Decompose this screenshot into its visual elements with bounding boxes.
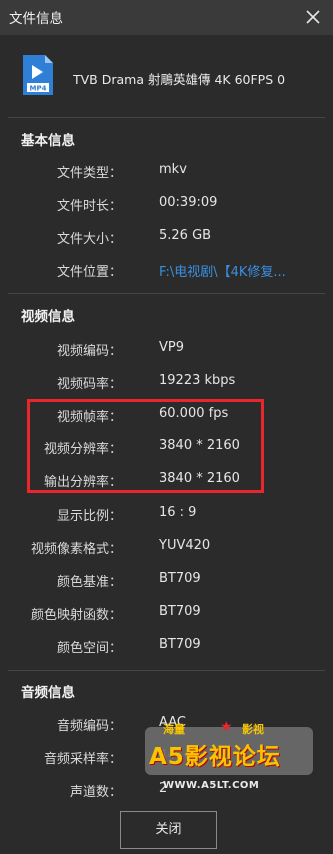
close-icon[interactable]	[303, 7, 323, 27]
info-row-size: 文件大小： 5.26 GB	[0, 224, 333, 250]
row-value: BT709	[159, 571, 201, 586]
file-name: TVB Drama 射鵰英雄傳 4K 60FPS 0	[73, 72, 286, 87]
row-value: 16 : 9	[159, 505, 197, 520]
row-label: 颜色映射函数：	[30, 608, 122, 623]
row-value: 5.26 GB	[159, 228, 212, 243]
section-title-video: 视频信息	[21, 309, 75, 325]
watermark-logo: 海量 ★ 影视 A5影视论坛 WWW.A5LT.COM	[135, 707, 333, 827]
row-label: 视频编码：	[56, 344, 122, 359]
file-icon-label: MP4	[30, 85, 47, 93]
watermark-tag-left: 海量	[163, 723, 185, 736]
row-value: YUV420	[159, 538, 211, 553]
row-label: 音频采样率：	[43, 752, 122, 767]
row-value: 00:39:09	[159, 195, 218, 210]
section-title-basic: 基本信息	[21, 133, 75, 149]
mp4-file-icon: MP4	[23, 55, 53, 95]
row-label: 视频像素格式：	[30, 542, 122, 557]
divider	[8, 670, 325, 671]
info-row-aspect: 显示比例： 16 : 9	[0, 501, 333, 527]
row-value: 19223 kbps	[159, 373, 236, 388]
info-row-pixel-format: 视频像素格式： YUV420	[0, 534, 333, 560]
info-row-duration: 文件时长： 00:39:09	[0, 191, 333, 217]
row-label: 颜色基准：	[56, 575, 122, 590]
info-row-location: 文件位置： F:\电视剧\【4K修复...	[0, 257, 333, 283]
divider	[8, 117, 325, 118]
divider	[8, 293, 325, 294]
row-label: 文件类型：	[56, 166, 122, 181]
row-label: 文件大小：	[56, 232, 122, 247]
watermark-tag-right: 影视	[242, 723, 264, 736]
row-value: BT709	[159, 637, 201, 652]
row-value: mkv	[159, 162, 187, 177]
file-header: MP4 TVB Drama 射鵰英雄傳 4K 60FPS 0	[0, 35, 333, 117]
info-row-bitrate: 视频码率： 19223 kbps	[0, 369, 333, 395]
watermark-url: WWW.A5LT.COM	[163, 780, 260, 791]
row-value: VP9	[159, 340, 185, 355]
info-row-color-transfer: 颜色映射函数： BT709	[0, 600, 333, 626]
window-title: 文件信息	[9, 11, 63, 27]
close-button[interactable]: 关闭	[120, 811, 217, 849]
highlight-box	[27, 399, 264, 493]
watermark-brand: A5影视论坛	[149, 744, 281, 770]
row-label: 文件时长：	[56, 199, 122, 214]
row-label: 显示比例：	[56, 509, 122, 524]
row-label: 声道数：	[69, 785, 122, 800]
title-bar: 文件信息	[0, 0, 333, 35]
file-location-link[interactable]: F:\电视剧\【4K修复...	[159, 261, 286, 280]
row-label: 音频编码：	[56, 719, 122, 734]
info-row-color-space: 颜色空间： BT709	[0, 633, 333, 659]
row-label: 颜色空间：	[56, 641, 122, 656]
row-label: 文件位置：	[56, 265, 122, 280]
row-label: 视频码率：	[56, 377, 122, 392]
info-row-video-codec: 视频编码： VP9	[0, 336, 333, 362]
info-row-color-primaries: 颜色基准： BT709	[0, 567, 333, 593]
star-icon: ★	[220, 719, 233, 735]
row-value: BT709	[159, 604, 201, 619]
section-title-audio: 音频信息	[21, 685, 75, 701]
info-row-file-type: 文件类型： mkv	[0, 158, 333, 184]
